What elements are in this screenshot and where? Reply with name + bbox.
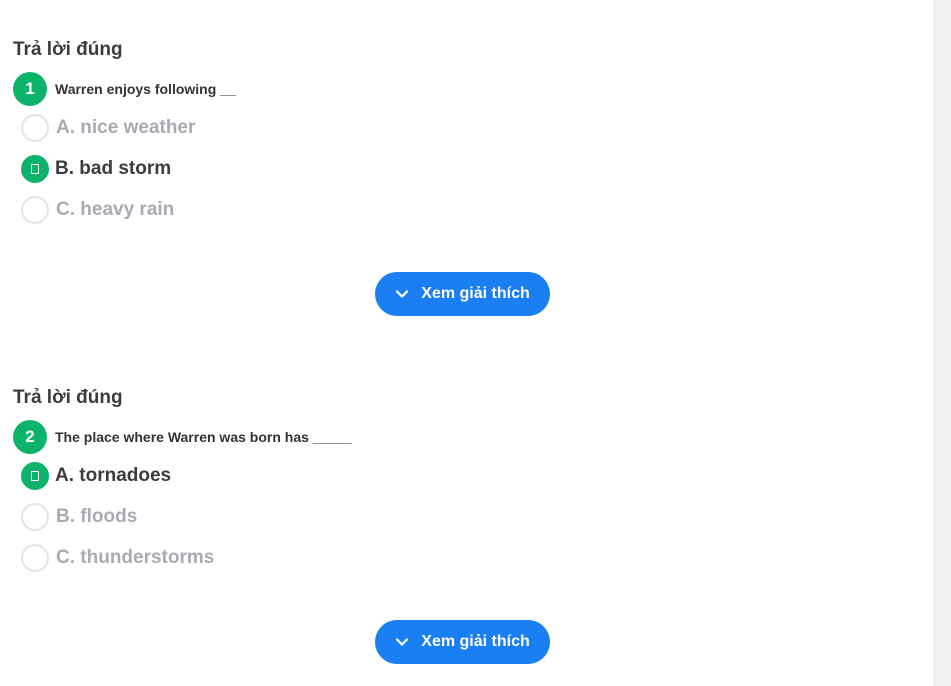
- radio-button[interactable]: [21, 503, 49, 531]
- chevron-down-icon: [396, 290, 409, 298]
- option-label: C. heavy rain: [56, 199, 175, 220]
- radio-button-selected[interactable]: [21, 462, 49, 490]
- option-label: B. floods: [56, 506, 138, 527]
- question-text: The place where Warren was born has ____…: [55, 429, 352, 445]
- check-icon: [31, 471, 39, 481]
- result-label: Trả lời đúng: [13, 39, 123, 60]
- chevron-down-icon: [396, 638, 409, 646]
- option-label: C. thunderstorms: [56, 547, 215, 568]
- option-b[interactable]: B. floods: [21, 502, 913, 532]
- option-list: A. tornadoes B. floods C. thunderstorms: [13, 461, 913, 573]
- option-list: A. nice weather B. bad storm C. heavy ra…: [13, 113, 913, 225]
- question-text: Warren enjoys following __: [55, 81, 236, 97]
- radio-button[interactable]: [21, 114, 49, 142]
- view-explanation-label: Xem giải thích: [421, 633, 530, 650]
- question-row: 2 The place where Warren was born has __…: [13, 420, 913, 454]
- main-content: Trả lời đúng 1 Warren enjoys following _…: [0, 0, 933, 686]
- radio-button-selected[interactable]: [21, 155, 49, 183]
- option-c[interactable]: C. thunderstorms: [21, 543, 913, 573]
- result-label: Trả lời đúng: [13, 387, 123, 408]
- radio-button[interactable]: [21, 544, 49, 572]
- view-explanation-button[interactable]: Xem giải thích: [375, 272, 550, 316]
- option-label: B. bad storm: [55, 158, 172, 179]
- scrollbar-track[interactable]: [933, 0, 951, 686]
- view-explanation-button[interactable]: Xem giải thích: [375, 620, 550, 664]
- question-number-badge: 2: [13, 420, 47, 454]
- option-a[interactable]: A. tornadoes: [21, 461, 913, 491]
- question-block-2: Trả lời đúng 2 The place where Warren wa…: [13, 386, 913, 584]
- question-block-1: Trả lời đúng 1 Warren enjoys following _…: [13, 38, 913, 236]
- view-explanation-label: Xem giải thích: [421, 285, 530, 302]
- option-label: A. nice weather: [56, 117, 196, 138]
- radio-button[interactable]: [21, 196, 49, 224]
- option-c[interactable]: C. heavy rain: [21, 195, 913, 225]
- question-number-badge: 1: [13, 72, 47, 106]
- check-icon: [31, 164, 39, 174]
- option-label: A. tornadoes: [55, 465, 172, 486]
- question-row: 1 Warren enjoys following __: [13, 72, 913, 106]
- option-b[interactable]: B. bad storm: [21, 154, 913, 184]
- quiz-results-page: Trả lời đúng 1 Warren enjoys following _…: [0, 0, 951, 686]
- option-a[interactable]: A. nice weather: [21, 113, 913, 143]
